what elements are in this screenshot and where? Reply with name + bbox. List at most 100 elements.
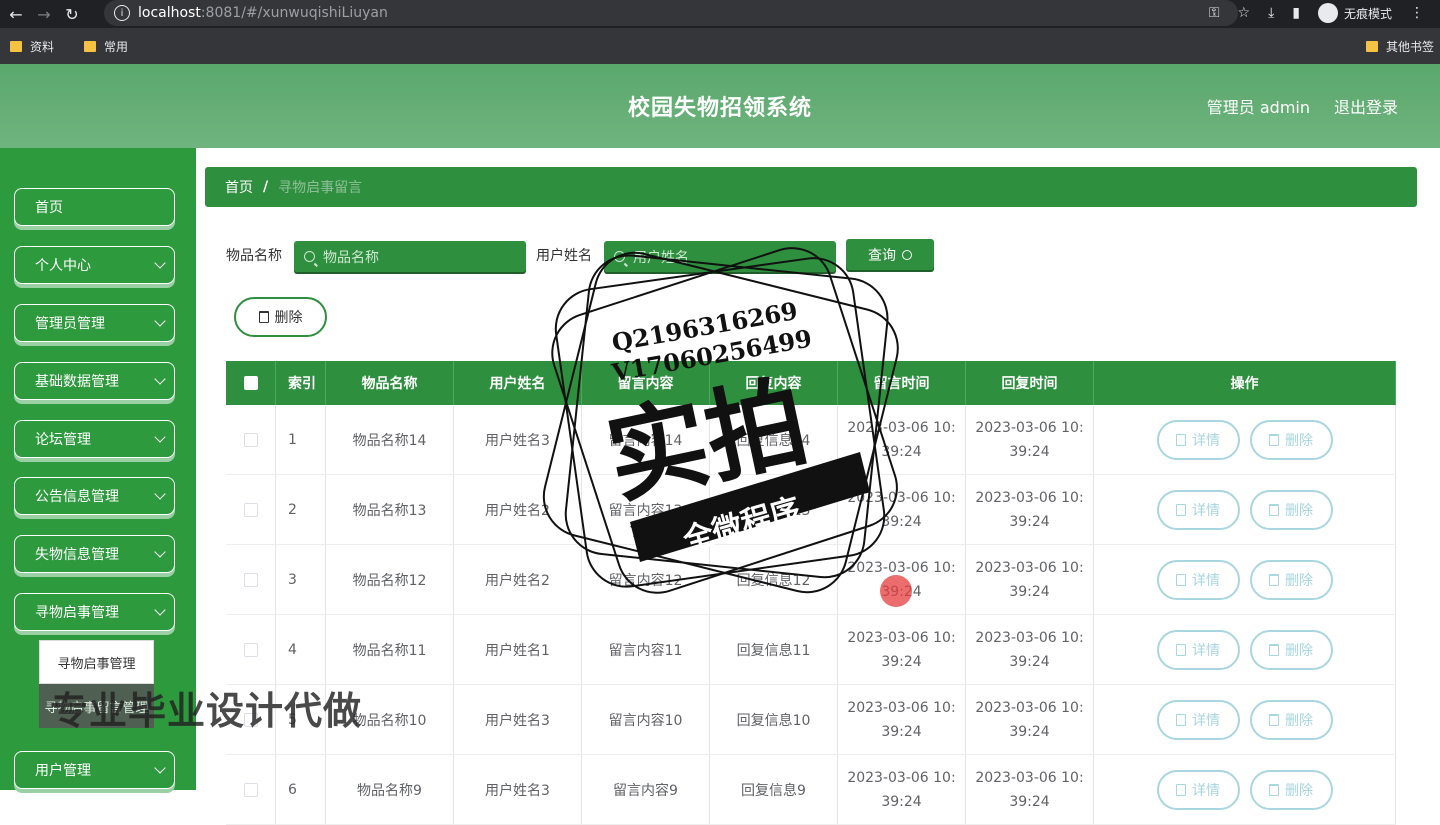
time-clock: 39:24 — [881, 723, 922, 740]
sidepanel-icon[interactable]: ▮ — [1292, 5, 1300, 21]
batch-delete-label: 删除 — [274, 310, 303, 326]
row-delete-button[interactable]: 删除 — [1249, 629, 1333, 670]
row-delete-label: 删除 — [1285, 712, 1313, 729]
breadcrumb-separator: / — [263, 179, 269, 195]
cell-message-time: 2023-03-06 10: 39:24 — [838, 405, 966, 474]
chevron-down-icon — [154, 546, 166, 558]
batch-delete-button[interactable]: 删除 — [234, 297, 327, 337]
time-clock: 39:24 — [1009, 443, 1050, 460]
column-header-reply[interactable]: 回复内容 — [710, 361, 838, 405]
forward-arrow-icon[interactable]: → — [30, 0, 58, 28]
row-checkbox[interactable] — [243, 642, 258, 657]
sidebar-item-users[interactable]: 用户管理 — [14, 751, 175, 789]
sidebar-item-lost-notice[interactable]: 寻物启事管理 — [14, 593, 175, 631]
sidebar-item-forum[interactable]: 论坛管理 — [14, 420, 175, 458]
time-date: 2023-03-06 10: — [847, 489, 956, 506]
url-path: :8081/#/xunwuqishiLiuyan — [200, 5, 388, 21]
row-delete-button[interactable]: 删除 — [1249, 699, 1333, 740]
row-delete-button[interactable]: 删除 — [1249, 559, 1333, 600]
breadcrumb-home[interactable]: 首页 — [225, 177, 253, 197]
cell-actions: 详情 删除 — [1094, 545, 1396, 614]
row-checkbox[interactable] — [243, 502, 258, 517]
submenu-lost-notice-management[interactable]: 寻物启事管理 — [39, 640, 154, 684]
item-name-input[interactable]: 物品名称 — [294, 241, 526, 272]
logout-link[interactable]: 退出登录 — [1334, 94, 1398, 118]
other-bookmarks[interactable]: 其他书签 — [1365, 38, 1434, 55]
star-icon[interactable]: ☆ — [1238, 5, 1251, 21]
detail-button[interactable]: 详情 — [1156, 699, 1240, 740]
chevron-down-icon — [154, 373, 166, 385]
address-bar[interactable]: i localhost:8081/#/xunwuqishiLiuyan — [104, 0, 1238, 26]
back-arrow-icon[interactable]: ← — [2, 0, 30, 28]
url-host: localhost — [138, 5, 201, 21]
time-clock: 39:24 — [881, 513, 922, 530]
detail-button[interactable]: 详情 — [1156, 629, 1240, 670]
row-checkbox[interactable] — [243, 572, 258, 587]
cell-message: 留言内容13 — [582, 475, 710, 544]
user-name-label: 用户姓名 — [536, 248, 592, 264]
detail-button[interactable]: 详情 — [1156, 419, 1240, 460]
menu-dots-icon[interactable]: ⋮ — [1410, 5, 1424, 21]
row-select-cell — [226, 405, 276, 474]
incognito-indicator[interactable]: 无痕模式 — [1317, 3, 1392, 23]
query-button[interactable]: 查询 — [846, 239, 934, 270]
row-delete-button[interactable]: 删除 — [1249, 419, 1333, 460]
key-icon[interactable]: ⚿ — [1209, 5, 1220, 21]
breadcrumb-current: 寻物启事留言 — [278, 180, 363, 196]
sidebar-item-admin-management[interactable]: 管理员管理 — [14, 304, 175, 342]
document-icon — [1176, 433, 1186, 446]
row-select-cell — [226, 615, 276, 684]
document-icon — [1176, 573, 1186, 586]
reload-icon[interactable]: ↻ — [58, 0, 86, 28]
row-checkbox[interactable] — [243, 432, 258, 447]
browser-toolbar: ← → ↻ i localhost:8081/#/xunwuqishiLiuya… — [0, 0, 1440, 28]
cell-item-name: 物品名称14 — [326, 405, 454, 474]
query-button-label: 查询 — [868, 247, 896, 264]
row-delete-button[interactable]: 删除 — [1249, 489, 1333, 530]
column-header-reply-time[interactable]: 回复时间 — [966, 361, 1094, 405]
detail-button[interactable]: 详情 — [1156, 559, 1240, 600]
column-header-index[interactable]: 索引 — [276, 361, 326, 405]
cell-user-name: 用户姓名1 — [454, 615, 582, 684]
sidebar-item-announcements[interactable]: 公告信息管理 — [14, 477, 175, 515]
cell-user-name: 用户姓名3 — [454, 405, 582, 474]
column-header-message[interactable]: 留言内容 — [582, 361, 710, 405]
document-icon — [1176, 643, 1186, 656]
cell-reply: 回复信息12 — [710, 545, 838, 614]
column-header-user-name[interactable]: 用户姓名 — [454, 361, 582, 405]
time-clock: 39:24 — [1009, 513, 1050, 530]
bookmarks-bar: 资料 常用 其他书签 — [0, 28, 1440, 64]
chevron-down-icon — [154, 488, 166, 500]
row-delete-label: 删除 — [1285, 502, 1313, 519]
bookmark-folder[interactable]: 常用 — [84, 38, 128, 55]
time-date: 2023-03-06 10: — [847, 629, 956, 646]
row-select-cell — [226, 475, 276, 544]
cell-reply: 回复信息11 — [710, 615, 838, 684]
sidebar-item-home[interactable]: 首页 — [14, 188, 175, 226]
current-user: 管理员 admin — [1206, 98, 1310, 117]
column-header-item-name[interactable]: 物品名称 — [326, 361, 454, 405]
time-date: 2023-03-06 10: — [975, 489, 1084, 506]
sidebar-item-personal-center[interactable]: 个人中心 — [14, 246, 175, 284]
download-icon[interactable]: ⤓ — [1268, 5, 1274, 21]
user-name-input[interactable]: 用户姓名 — [604, 241, 836, 272]
column-header-message-time[interactable]: 留言时间 — [838, 361, 966, 405]
incognito-label: 无痕模式 — [1343, 6, 1392, 21]
time-clock: 39:24 — [1009, 583, 1050, 600]
bookmark-folder[interactable]: 资料 — [10, 38, 54, 55]
sidebar-item-label: 公告信息管理 — [35, 489, 119, 505]
time-clock: 39:24 — [1009, 723, 1050, 740]
cell-reply: 回复信息13 — [710, 475, 838, 544]
select-all-checkbox[interactable] — [243, 376, 258, 390]
time-clock: 39:24 — [881, 443, 922, 460]
item-name-label: 物品名称 — [226, 248, 282, 264]
cell-item-name: 物品名称12 — [326, 545, 454, 614]
time-date: 2023-03-06 10: — [975, 769, 1084, 786]
cell-message: 留言内容10 — [582, 685, 710, 754]
time-date: 2023-03-06 10: — [847, 419, 956, 436]
info-icon[interactable]: i — [114, 5, 130, 21]
sidebar-item-base-data[interactable]: 基础数据管理 — [14, 362, 175, 400]
detail-button[interactable]: 详情 — [1156, 489, 1240, 530]
table-row: 6 物品名称9 用户姓名3 留言内容9 回复信息9 2023-03-06 10: 39:24… — [226, 755, 1396, 825]
sidebar-item-lost-items[interactable]: 失物信息管理 — [14, 535, 175, 573]
